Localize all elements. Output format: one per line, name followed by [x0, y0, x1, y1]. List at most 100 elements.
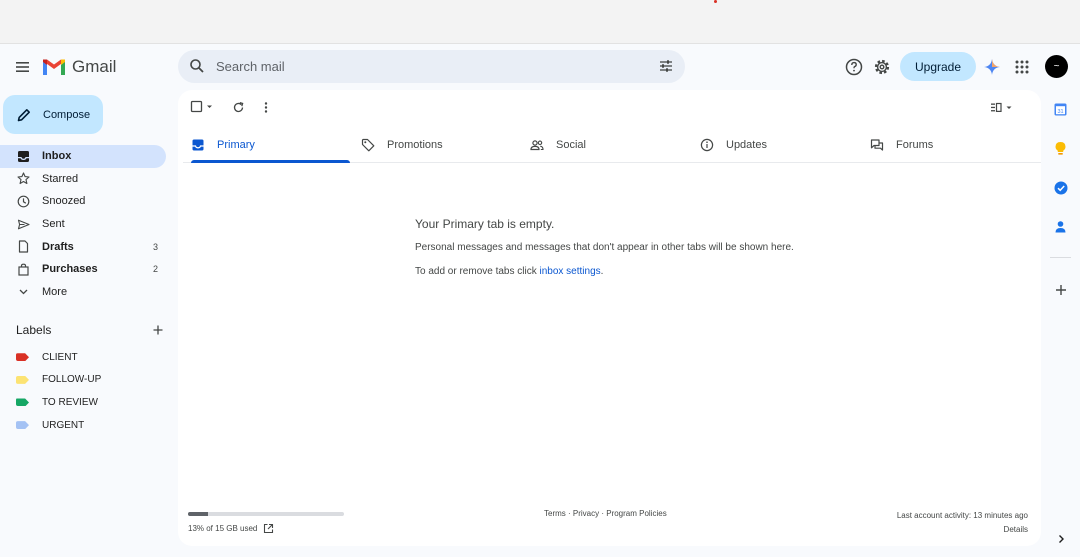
mail-panel: Primary Promotions Social Updates Forums… [178, 90, 1041, 546]
send-icon [17, 219, 30, 229]
last-activity-text: Last account activity: 13 minutes ago [896, 511, 1028, 520]
more-options-button[interactable] [262, 100, 270, 114]
tab-forums[interactable]: Forums [870, 127, 933, 162]
keep-app-button[interactable] [1053, 141, 1068, 156]
tab-updates[interactable]: Updates [700, 127, 767, 162]
tab-label: Promotions [387, 138, 443, 151]
add-label-plus-icon[interactable] [152, 324, 164, 336]
hide-side-panel-button[interactable] [1053, 531, 1068, 546]
chevron-right-icon [1058, 534, 1064, 543]
side-panel-divider [1050, 257, 1071, 258]
chevron-down-icon [19, 289, 27, 295]
account-activity: Last account activity: 13 minutes ago De… [897, 509, 1028, 537]
label-name: CLIENT [42, 351, 78, 363]
program-policies-link[interactable]: Program Policies [606, 509, 666, 518]
sidebar-item-purchases[interactable]: Purchases 2 [0, 258, 166, 281]
inbox-icon [192, 139, 204, 150]
empty-state-description: Personal messages and messages that don'… [415, 242, 794, 253]
recording-dot [714, 0, 717, 3]
sidebar-item-label: Starred [42, 172, 79, 185]
draft-icon [18, 240, 28, 253]
label-tag-icon [16, 398, 29, 407]
split-pane-toggle[interactable] [990, 100, 1016, 114]
label-item-follow-up[interactable]: FOLLOW-UP [0, 369, 170, 392]
apps-grid-icon[interactable] [1012, 57, 1032, 77]
split-pane-icon [991, 102, 1012, 112]
sidebar-item-count: 3 [152, 241, 158, 252]
empty-hint-suffix: . [600, 266, 604, 277]
get-addons-button[interactable] [1053, 282, 1068, 297]
sidebar-item-label: Purchases [42, 263, 98, 276]
label-name: TO REVIEW [42, 396, 98, 408]
storage-text: 13% of 15 GB used [188, 524, 258, 533]
activity-details-link[interactable]: Details [897, 523, 1028, 537]
tasks-app-button[interactable] [1053, 180, 1068, 195]
sidebar-item-snoozed[interactable]: Snoozed [0, 190, 166, 213]
contacts-person-icon [1055, 221, 1066, 233]
svg-text:31: 31 [1057, 109, 1063, 115]
shopping-bag-icon [17, 263, 29, 276]
help-icon[interactable] [844, 57, 864, 77]
gemini-sparkle-icon[interactable] [982, 57, 1002, 77]
checkbox-icon [190, 100, 212, 113]
select-all-checkbox[interactable] [190, 100, 216, 114]
search-options-icon[interactable] [658, 58, 674, 74]
keep-lightbulb-icon [1055, 142, 1066, 155]
clock-icon [17, 195, 29, 208]
storage-usage: 13% of 15 GB used [188, 512, 344, 534]
calendar-app-button[interactable]: 31 [1053, 102, 1068, 117]
tasks-check-icon [1054, 181, 1067, 194]
terms-link[interactable]: Terms [544, 509, 566, 518]
refresh-icon [233, 101, 244, 112]
empty-state-title: Your Primary tab is empty. [415, 217, 555, 231]
label-item-client[interactable]: CLIENT [0, 346, 170, 369]
storage-text-row: 13% of 15 GB used [188, 523, 344, 534]
category-tabs: Primary Promotions Social Updates Forums [183, 127, 1041, 163]
gmail-logo[interactable]: Gmail [42, 56, 116, 78]
open-external-icon[interactable] [263, 523, 274, 534]
tab-social[interactable]: Social [530, 127, 586, 162]
pencil-icon [17, 108, 30, 121]
main-menu-button[interactable] [12, 56, 34, 78]
upgrade-button[interactable]: Upgrade [900, 52, 976, 81]
label-tag-icon [16, 353, 29, 362]
empty-state: Your Primary tab is empty. Personal mess… [415, 217, 794, 277]
search-input[interactable] [216, 56, 636, 77]
tab-primary[interactable]: Primary [191, 127, 350, 163]
settings-gear-icon[interactable] [872, 57, 892, 77]
sidebar-item-label: More [42, 285, 68, 298]
label-tag-icon [16, 375, 29, 384]
gmail-m-icon [43, 59, 65, 75]
contacts-app-button[interactable] [1053, 219, 1068, 234]
plus-icon [1055, 284, 1066, 295]
label-tag-icon [16, 421, 29, 430]
sidebar-item-more[interactable]: More [0, 281, 166, 304]
browser-top-strip [0, 0, 1080, 44]
privacy-link[interactable]: Privacy [573, 509, 599, 518]
more-vert-icon [264, 101, 268, 113]
footer-separator: · [565, 509, 573, 518]
side-panel: 31 [1041, 90, 1080, 557]
storage-bar-fill [188, 512, 209, 516]
sidebar-item-inbox[interactable]: Inbox [0, 145, 166, 168]
tab-promotions[interactable]: Promotions [361, 127, 443, 162]
sidebar-item-sent[interactable]: Sent [0, 213, 166, 236]
refresh-button[interactable] [232, 100, 245, 114]
account-avatar[interactable]: ~ [1045, 55, 1068, 78]
label-item-to-review[interactable]: TO REVIEW [0, 391, 170, 414]
app-name: Gmail [72, 57, 117, 76]
info-icon [700, 138, 714, 151]
sidebar-item-label: Inbox [42, 150, 72, 163]
tab-label: Social [556, 138, 586, 151]
forum-icon [870, 138, 884, 151]
sidebar-item-drafts[interactable]: Drafts 3 [0, 235, 166, 258]
compose-button[interactable]: Compose [3, 95, 103, 134]
storage-bar [188, 512, 344, 516]
label-item-urgent[interactable]: URGENT [0, 414, 170, 437]
hamburger-icon [16, 62, 29, 72]
sidebar-item-starred[interactable]: Starred [0, 168, 166, 191]
label-name: URGENT [42, 419, 85, 431]
sidebar-item-label: Sent [42, 218, 65, 231]
inbox-settings-link[interactable]: inbox settings [540, 266, 601, 277]
search-icon[interactable] [189, 58, 205, 74]
